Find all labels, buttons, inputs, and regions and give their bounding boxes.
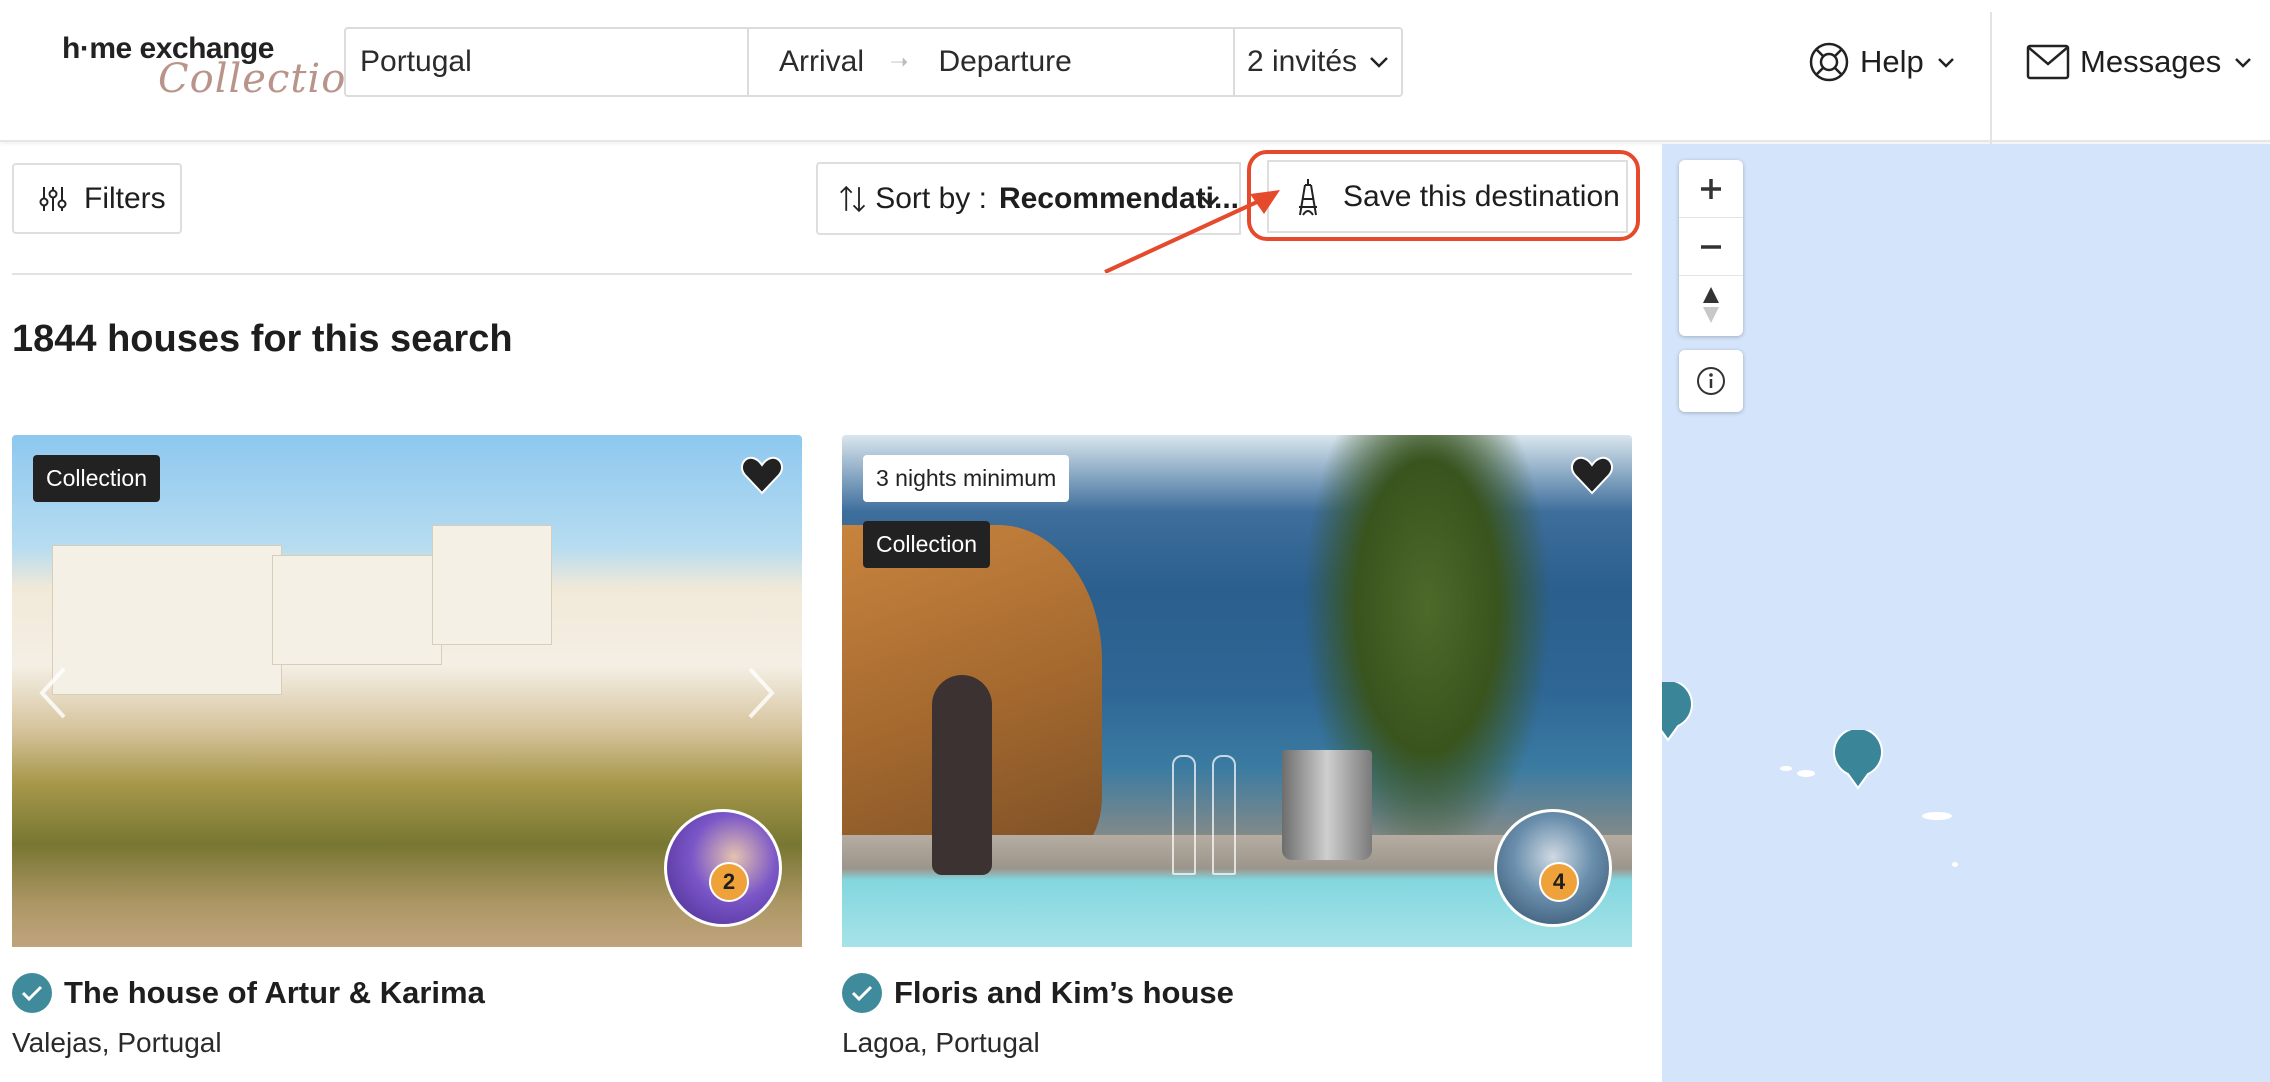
results-map[interactable] [1662,144,2270,1082]
guests-value: 2 invités [1247,45,1358,78]
zoom-in-button[interactable] [1679,160,1743,218]
destination-value: Portugal [360,45,472,78]
map-island [1780,766,1792,771]
annotation-arrow [1104,190,1280,274]
map-island [1952,862,1958,867]
host-level-badge: 2 [709,862,749,902]
home-exchange-logo[interactable]: h·me exchange Collection [58,26,372,106]
logo-collection-text: Collection [158,56,374,102]
header-divider [1990,12,1992,150]
compass-icon [1703,287,1719,323]
top-header: h·me exchange Collection Portugal Arriva… [0,0,2270,150]
messages-menu[interactable]: Messages [2026,36,2263,88]
map-pin-icon[interactable] [1662,682,1694,742]
date-range-picker[interactable]: Arrival ➝ Departure [747,27,1235,97]
listing-location: Lagoa, Portugal [842,1027,1040,1058]
results-count: 1844 houses for this search [12,318,513,360]
sort-icon [840,185,866,212]
help-label: Help [1860,44,1924,79]
reset-north-button[interactable] [1679,276,1743,334]
destination-input[interactable]: Portugal [344,27,749,97]
collection-tag: Collection [33,455,160,502]
envelope-icon [2026,44,2070,80]
photo-detail [1212,755,1236,875]
help-lifebuoy-icon [1809,42,1849,82]
zoom-out-button[interactable] [1679,218,1743,276]
photo-detail [932,675,992,875]
listing-photo[interactable]: 3 nights minimum Collection 4 [842,435,1632,947]
chevron-right-icon[interactable] [742,665,778,721]
map-pin-icon[interactable] [1832,730,1884,790]
heart-icon[interactable] [1570,455,1614,495]
listing-title[interactable]: The house of Artur & Karima [64,975,485,1011]
photo-detail [1172,755,1196,875]
filters-icon [39,186,67,211]
help-menu[interactable]: Help [1808,36,1966,88]
sort-prefix: Sort by : [875,181,987,215]
verified-check-icon [842,973,882,1013]
listing-card[interactable]: Collection 2 The house of Artur & Karima… [12,435,802,1059]
date-arrow-icon: ➝ [890,49,909,74]
filters-button[interactable]: Filters [12,163,182,234]
listing-title[interactable]: Floris and Kim’s house [894,975,1234,1011]
photo-detail [272,555,442,665]
photo-detail [52,545,282,695]
departure-field[interactable]: Departure [938,45,1071,79]
listing-card[interactable]: 3 nights minimum Collection 4 Floris and… [842,435,1632,1059]
zoom-out-icon [1701,244,1721,249]
verified-check-icon [12,973,52,1013]
guests-select[interactable]: 2 invités [1233,27,1403,97]
photo-detail [1282,750,1372,860]
chevron-down-icon [2235,58,2252,68]
chevron-down-icon [1370,57,1388,68]
chevron-down-icon [1937,58,1954,68]
minimum-nights-tag: 3 nights minimum [863,455,1070,502]
info-icon [1697,367,1725,395]
map-island [1922,812,1952,820]
filters-label: Filters [84,181,166,215]
messages-label: Messages [2080,44,2222,79]
heart-icon[interactable] [740,455,784,495]
listing-photo[interactable]: Collection 2 [12,435,802,947]
zoom-in-icon [1701,178,1721,199]
map-island [1797,770,1815,777]
listing-location: Valejas, Portugal [12,1027,222,1058]
photo-detail [432,525,552,645]
map-zoom-controls [1679,160,1743,336]
collection-tag: Collection [863,521,990,568]
map-info-button[interactable] [1679,350,1743,412]
arrival-field[interactable]: Arrival [779,45,864,79]
toolbar-divider [12,273,1632,275]
host-level-badge: 4 [1539,862,1579,902]
annotation-highlight-box [1247,150,1640,241]
chevron-left-icon[interactable] [36,665,72,721]
